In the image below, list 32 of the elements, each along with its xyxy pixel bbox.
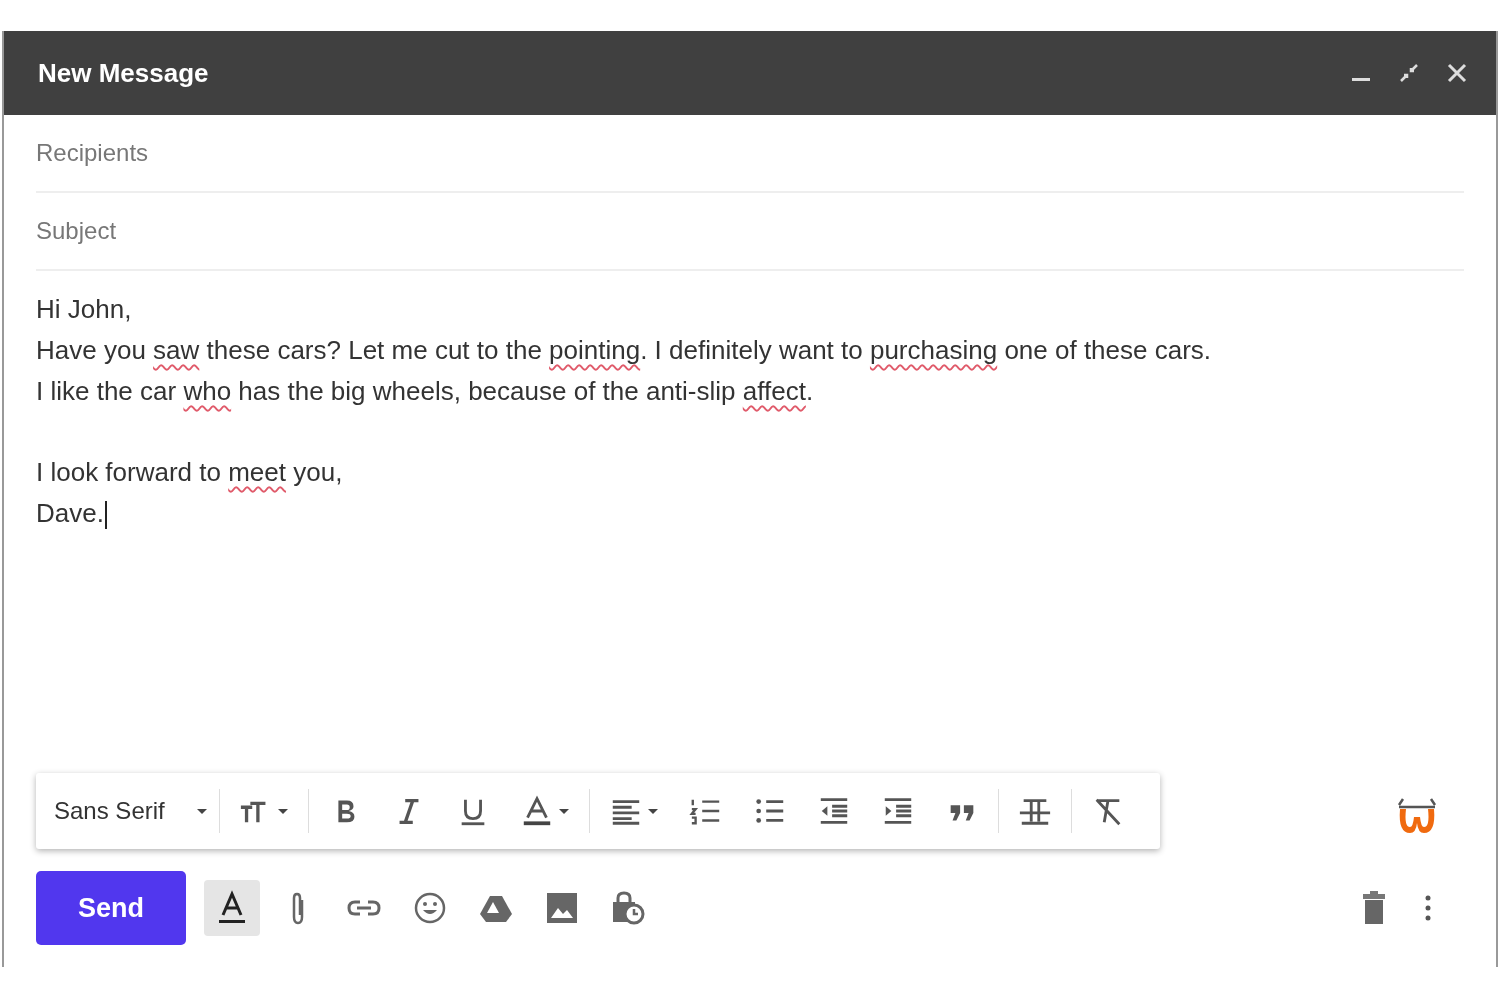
misspelled-word: saw [153,335,200,365]
message-text: . I definitely want to [640,335,864,365]
misspelled-word: purchasing [869,335,998,365]
message-text: I look forward to [36,457,222,487]
message-text: these cars? Let me cut to the [205,335,543,365]
message-text: Dave. [36,498,104,528]
message-text: Hi John, [36,294,132,324]
caret-icon[interactable] [557,806,570,816]
misspelled-word: pointing [549,335,641,365]
smiley-icon[interactable] [412,890,448,926]
misspelled-word: meet [228,457,286,487]
misspelled-word: affect [742,376,806,406]
send-button[interactable]: Send [36,871,186,945]
recipients-field[interactable]: Recipients [36,115,1464,193]
font-dropdown[interactable]: Sans Serif [52,797,215,825]
message-text: Have you [36,335,147,365]
subject-field[interactable]: Subject [36,193,1464,271]
message-text: you, [292,457,343,487]
message-text: one of these cars. [1003,335,1212,365]
message-text: . [805,376,814,406]
message-text: has the big wheels, because of the anti-slip [237,376,737,406]
window-title: New Message [38,57,209,89]
photo-icon[interactable] [544,890,580,926]
close-icon[interactable] [1446,62,1468,84]
caret-icon[interactable] [276,806,289,816]
message-text: I like the car [36,376,178,406]
lock-clock-icon[interactable] [610,890,646,926]
text-cursor [104,501,107,530]
caret-icon[interactable] [646,806,659,816]
formatting-options-button[interactable] [204,880,260,936]
misspelled-word: who [183,376,232,406]
exit-fullscreen-icon[interactable] [1398,62,1420,84]
